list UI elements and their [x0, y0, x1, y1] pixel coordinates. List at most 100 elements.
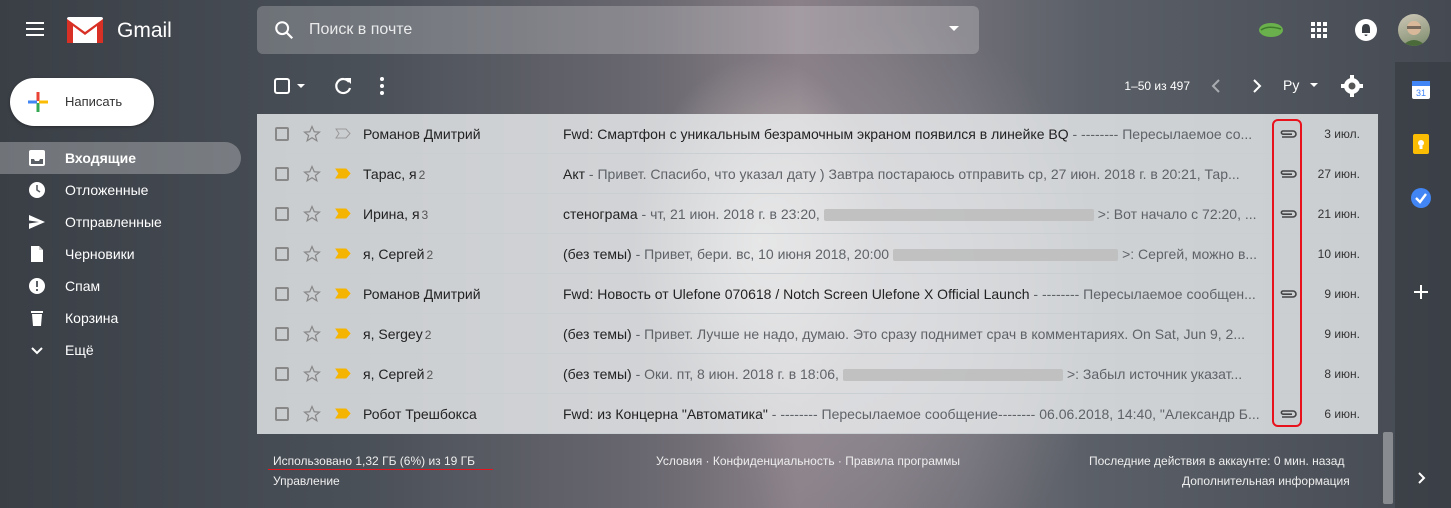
row-checkbox[interactable] — [275, 287, 289, 301]
email-row[interactable]: Романов Дмитрий Fwd: Смартфон с уникальны… — [257, 114, 1378, 154]
details-link[interactable]: Дополнительная информация — [1182, 474, 1350, 488]
email-row[interactable]: Романов Дмитрий Fwd: Новость от Ulefone 0… — [257, 274, 1378, 314]
spam-icon — [29, 278, 45, 294]
importance-marker-icon[interactable] — [335, 208, 351, 219]
email-subject: Fwd: Смартфон с уникальным безрамочным э… — [563, 126, 1069, 142]
add-addon-icon[interactable] — [1409, 280, 1433, 304]
star-icon[interactable] — [303, 285, 321, 303]
avatar[interactable] — [1398, 14, 1430, 46]
email-sender: Тарас, я2 — [363, 166, 553, 182]
email-row[interactable]: Робот Трешбокса Fwd: из Концерна "Автомат… — [257, 394, 1378, 434]
star-icon[interactable] — [303, 125, 321, 143]
email-sender: Ирина, я3 — [363, 206, 553, 222]
compose-button[interactable]: Написать — [10, 78, 154, 126]
search-input[interactable] — [309, 18, 909, 42]
importance-marker-icon[interactable] — [335, 408, 351, 419]
star-icon[interactable] — [303, 245, 321, 263]
calendar-icon[interactable]: 31 — [1409, 78, 1433, 102]
star-icon[interactable] — [303, 165, 321, 183]
importance-marker-icon[interactable] — [335, 328, 351, 339]
email-snippet: - -------- Пересылаемое сообщение-------… — [767, 406, 1260, 422]
importance-marker-icon[interactable] — [335, 288, 351, 299]
apps-grid-icon[interactable] — [1305, 16, 1333, 44]
email-row[interactable]: я, Сергей 2 (без темы) - Привет, бери. вс,… — [257, 234, 1378, 274]
email-row[interactable]: Ирина, я 3 стенограма - чт, 21 июн. 2018 г… — [257, 194, 1378, 234]
sidebar-item-label: Отложенные — [65, 182, 149, 198]
sender-name: Романов Дмитрий — [363, 126, 481, 142]
sidebar-item-more[interactable]: Ещё — [0, 334, 241, 366]
side-panel: 31 — [1395, 62, 1451, 508]
input-tools-button[interactable]: Ру — [1283, 77, 1323, 101]
email-preview: (без темы) - Оки. пт, 8 июн. 2018 г. в 1… — [563, 366, 1261, 382]
main-menu-icon[interactable] — [24, 18, 50, 44]
next-page-icon[interactable] — [1244, 74, 1268, 98]
sidebar-item-label: Черновики — [65, 246, 135, 262]
star-icon[interactable] — [303, 325, 321, 343]
notifications-icon[interactable] — [1352, 16, 1380, 44]
email-row[interactable]: Тарас, я 2 Акт - Привет. Спасибо, что указ… — [257, 154, 1378, 194]
sidebar-item-trash[interactable]: Корзина — [0, 302, 241, 334]
keep-icon[interactable] — [1256, 16, 1284, 44]
avatar-image — [1402, 21, 1426, 46]
draft-icon — [31, 246, 43, 262]
sidebar-item-label: Входящие — [65, 150, 136, 166]
gmail-logo-icon[interactable] — [66, 16, 104, 44]
sidebar-item-snoozed[interactable]: Отложенные — [0, 174, 241, 206]
attachment-highlight-box — [1272, 119, 1302, 427]
star-icon[interactable] — [303, 365, 321, 383]
sidebar-item-label: Спам — [65, 278, 101, 294]
search-options-icon[interactable] — [949, 26, 959, 31]
compose-label: Написать — [65, 94, 123, 109]
sidebar-item-inbox[interactable]: Входящие — [0, 142, 241, 174]
keep-notes-icon[interactable] — [1409, 132, 1433, 156]
footer-links[interactable]: Условия · Конфиденциальность · Правила п… — [656, 454, 960, 468]
importance-marker-icon[interactable] — [335, 168, 351, 179]
email-snippet-rest: >: Забыл источник указат... — [1066, 366, 1243, 382]
email-sender: я, Сергей 2 — [363, 366, 553, 382]
star-icon[interactable] — [303, 205, 321, 223]
email-row[interactable]: я, Сергей 2 (без темы) - Оки. пт, 8 июн. 2… — [257, 354, 1378, 394]
last-activity-text: Последние действия в аккаунте: 0 мин. на… — [1089, 454, 1345, 468]
input-language-label: Ру — [1283, 77, 1300, 93]
email-preview: стенограма - чт, 21 июн. 2018 г. в 23:20… — [563, 206, 1261, 222]
importance-marker-icon[interactable] — [335, 128, 351, 139]
row-checkbox[interactable] — [275, 167, 289, 181]
more-options-icon[interactable] — [370, 74, 394, 98]
scrollbar[interactable] — [1383, 432, 1393, 504]
row-checkbox[interactable] — [275, 367, 289, 381]
email-row[interactable]: я, Sergey 2 (без темы) - Привет. Лучше не … — [257, 314, 1378, 354]
row-checkbox[interactable] — [275, 207, 289, 221]
select-all-checkbox[interactable] — [272, 74, 312, 98]
star-icon[interactable] — [303, 405, 321, 423]
prev-page-icon[interactable] — [1205, 74, 1229, 98]
plus-icon — [28, 92, 48, 112]
app-name[interactable]: Gmail — [117, 19, 172, 43]
email-date: 27 июн. — [1317, 167, 1360, 181]
svg-text:31: 31 — [1416, 88, 1426, 98]
row-checkbox[interactable] — [275, 127, 289, 141]
trash-icon — [31, 311, 43, 326]
chevron-down-icon — [1309, 83, 1318, 87]
search-icon[interactable] — [273, 19, 295, 41]
tasks-icon[interactable] — [1409, 186, 1433, 210]
top-bar: Gmail — [0, 0, 1451, 62]
row-checkbox[interactable] — [275, 407, 289, 421]
email-date: 3 июл. — [1324, 127, 1360, 141]
search-bar[interactable] — [257, 6, 979, 54]
sidebar-item-spam[interactable]: Спам — [0, 270, 241, 302]
row-checkbox[interactable] — [275, 327, 289, 341]
sidebar-item-drafts[interactable]: Черновики — [0, 238, 241, 270]
expand-panel-icon[interactable] — [1409, 466, 1433, 490]
settings-gear-icon[interactable] — [1340, 74, 1364, 98]
email-subject: (без темы) — [563, 366, 632, 382]
row-checkbox[interactable] — [275, 247, 289, 261]
sender-name: я, Сергей — [363, 366, 425, 382]
email-snippet: - чт, 21 июн. 2018 г. в 23:20, — [637, 206, 820, 222]
manage-storage-link[interactable]: Управление — [273, 474, 340, 488]
refresh-icon[interactable] — [331, 74, 355, 98]
importance-marker-icon[interactable] — [335, 248, 351, 259]
importance-marker-icon[interactable] — [335, 368, 351, 379]
sidebar-item-label: Корзина — [65, 310, 119, 326]
sidebar-item-sent[interactable]: Отправленные — [0, 206, 241, 238]
email-preview: Fwd: из Концерна "Автоматика" - --------… — [563, 406, 1261, 422]
